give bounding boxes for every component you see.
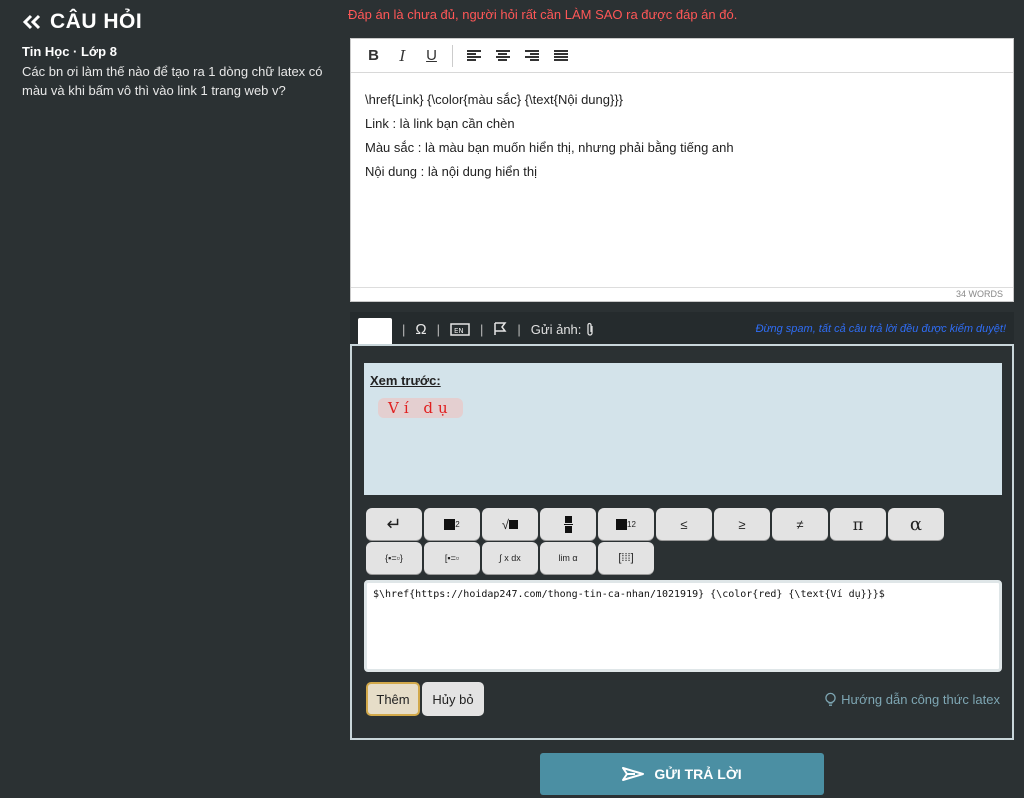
lightbulb-icon [825,692,836,706]
send-image-button[interactable]: Gửi ảnh: [531,322,596,337]
newline-key[interactable]: ↵ [366,508,422,540]
double-chevron-left-icon [22,14,41,30]
answer-editor[interactable]: B I U \href{Link} {\color{màu sắc} {\tex… [350,38,1014,302]
not-equal-key[interactable]: ≠ [772,508,828,540]
bold-button[interactable]: B [359,42,388,70]
preview-label: Xem trước: [370,373,441,388]
question-heading: CÂU HỎI [50,10,143,33]
integral-key[interactable]: ∫ x dx [482,542,538,574]
formula-preview: Xem trước: Ví dụ [364,363,1002,495]
question-subject: Tin Học · Lớp 8 [22,44,117,59]
toolbar-divider [452,44,453,67]
editor-line: Link : là link bạn cần chèn [365,116,515,131]
keyboard-icon[interactable]: EN [450,322,470,336]
fraction-key[interactable] [540,508,596,540]
sqrt-key[interactable]: √ [482,508,538,540]
editor-line: Màu sắc : là màu bạn muốn hiển thị, nhưn… [365,140,734,155]
formula-keypad: ↵ 2 √ 12 ≤ ≥ ≠ π α {▪=▫} [▪=▫ ∫ x dx lim… [366,508,944,576]
system-equations-key[interactable]: {▪=▫} [366,542,422,574]
send-image-label: Gửi ảnh: [530,321,582,337]
superscript-key[interactable]: 2 [424,508,480,540]
word-count: 34 WORDS [955,289,1003,299]
send-icon [622,767,645,781]
add-button[interactable]: Thêm [366,682,420,716]
paperclip-icon [587,322,594,336]
align-right-icon [524,49,539,62]
flag-icon[interactable] [493,322,507,336]
justify-icon [553,49,568,62]
question-title[interactable]: CÂU HỎI [22,10,342,34]
pi-key[interactable]: π [830,508,886,540]
editor-line: Nội dung : là nội dung hiển thị [365,164,538,179]
align-center-icon [495,49,510,62]
align-center-button[interactable] [488,42,517,70]
underline-button[interactable]: U [417,42,446,70]
formula-panel: Xem trước: Ví dụ ↵ 2 √ 12 ≤ ≥ ≠ π α {▪=▫… [350,344,1014,740]
submit-answer-label: GỬI TRẢ LỜI [654,766,742,782]
align-left-button[interactable] [459,42,488,70]
limit-key[interactable]: lim α [540,542,596,574]
editor-toolbar: B I U [351,39,1013,73]
preview-link-text[interactable]: Ví dụ [378,398,463,418]
tool-divider: | [402,321,406,337]
latex-guide-link[interactable]: Hướng dẫn công thức latex [824,692,1000,707]
latex-guide-label: Hướng dẫn công thức latex [841,692,1000,707]
tool-divider: | [480,321,484,337]
matrix-key[interactable]: [⁞⁞⁞] [598,542,654,574]
editor-status-bar [351,287,1013,301]
submit-answer-button[interactable]: GỬI TRẢ LỜI [540,753,824,795]
align-right-button[interactable] [517,42,546,70]
warning-text: Đáp án là chưa đủ, người hỏi rất cần LÀM… [348,7,738,22]
less-equal-key[interactable]: ≤ [656,508,712,540]
alpha-key[interactable]: α [888,508,944,540]
editor-line: \href{Link} {\color{màu sắc} {\text{Nội … [365,92,624,107]
cancel-button[interactable]: Hủy bỏ [422,682,484,716]
bracket-key[interactable]: [▪=▫ [424,542,480,574]
italic-button[interactable]: I [388,42,417,70]
align-left-icon [466,49,481,62]
svg-text:EN: EN [454,327,464,335]
tool-divider: | [517,321,521,337]
question-text: Các bn ơi làm thế nào để tạo ra 1 dòng c… [22,64,323,98]
latex-input[interactable]: $\href{https://hoidap247.com/thong-tin-c… [364,580,1002,672]
question-panel: CÂU HỎI Tin Học · Lớp 8 Các bn ơi làm th… [22,10,342,100]
tool-divider: | [436,321,440,337]
editor-content[interactable]: \href{Link} {\color{màu sắc} {\text{Nội … [351,73,1013,285]
justify-button[interactable] [546,42,575,70]
insert-toolbar: | Ω | EN | | Gửi ảnh: Đừng spam, tất cả … [350,312,1014,348]
greater-equal-key[interactable]: ≥ [714,508,770,540]
moderation-note: Đừng spam, tất cả câu trả lời đều được k… [755,323,1006,335]
subscript-key[interactable]: 12 [598,508,654,540]
omega-icon[interactable]: Ω [415,321,426,338]
